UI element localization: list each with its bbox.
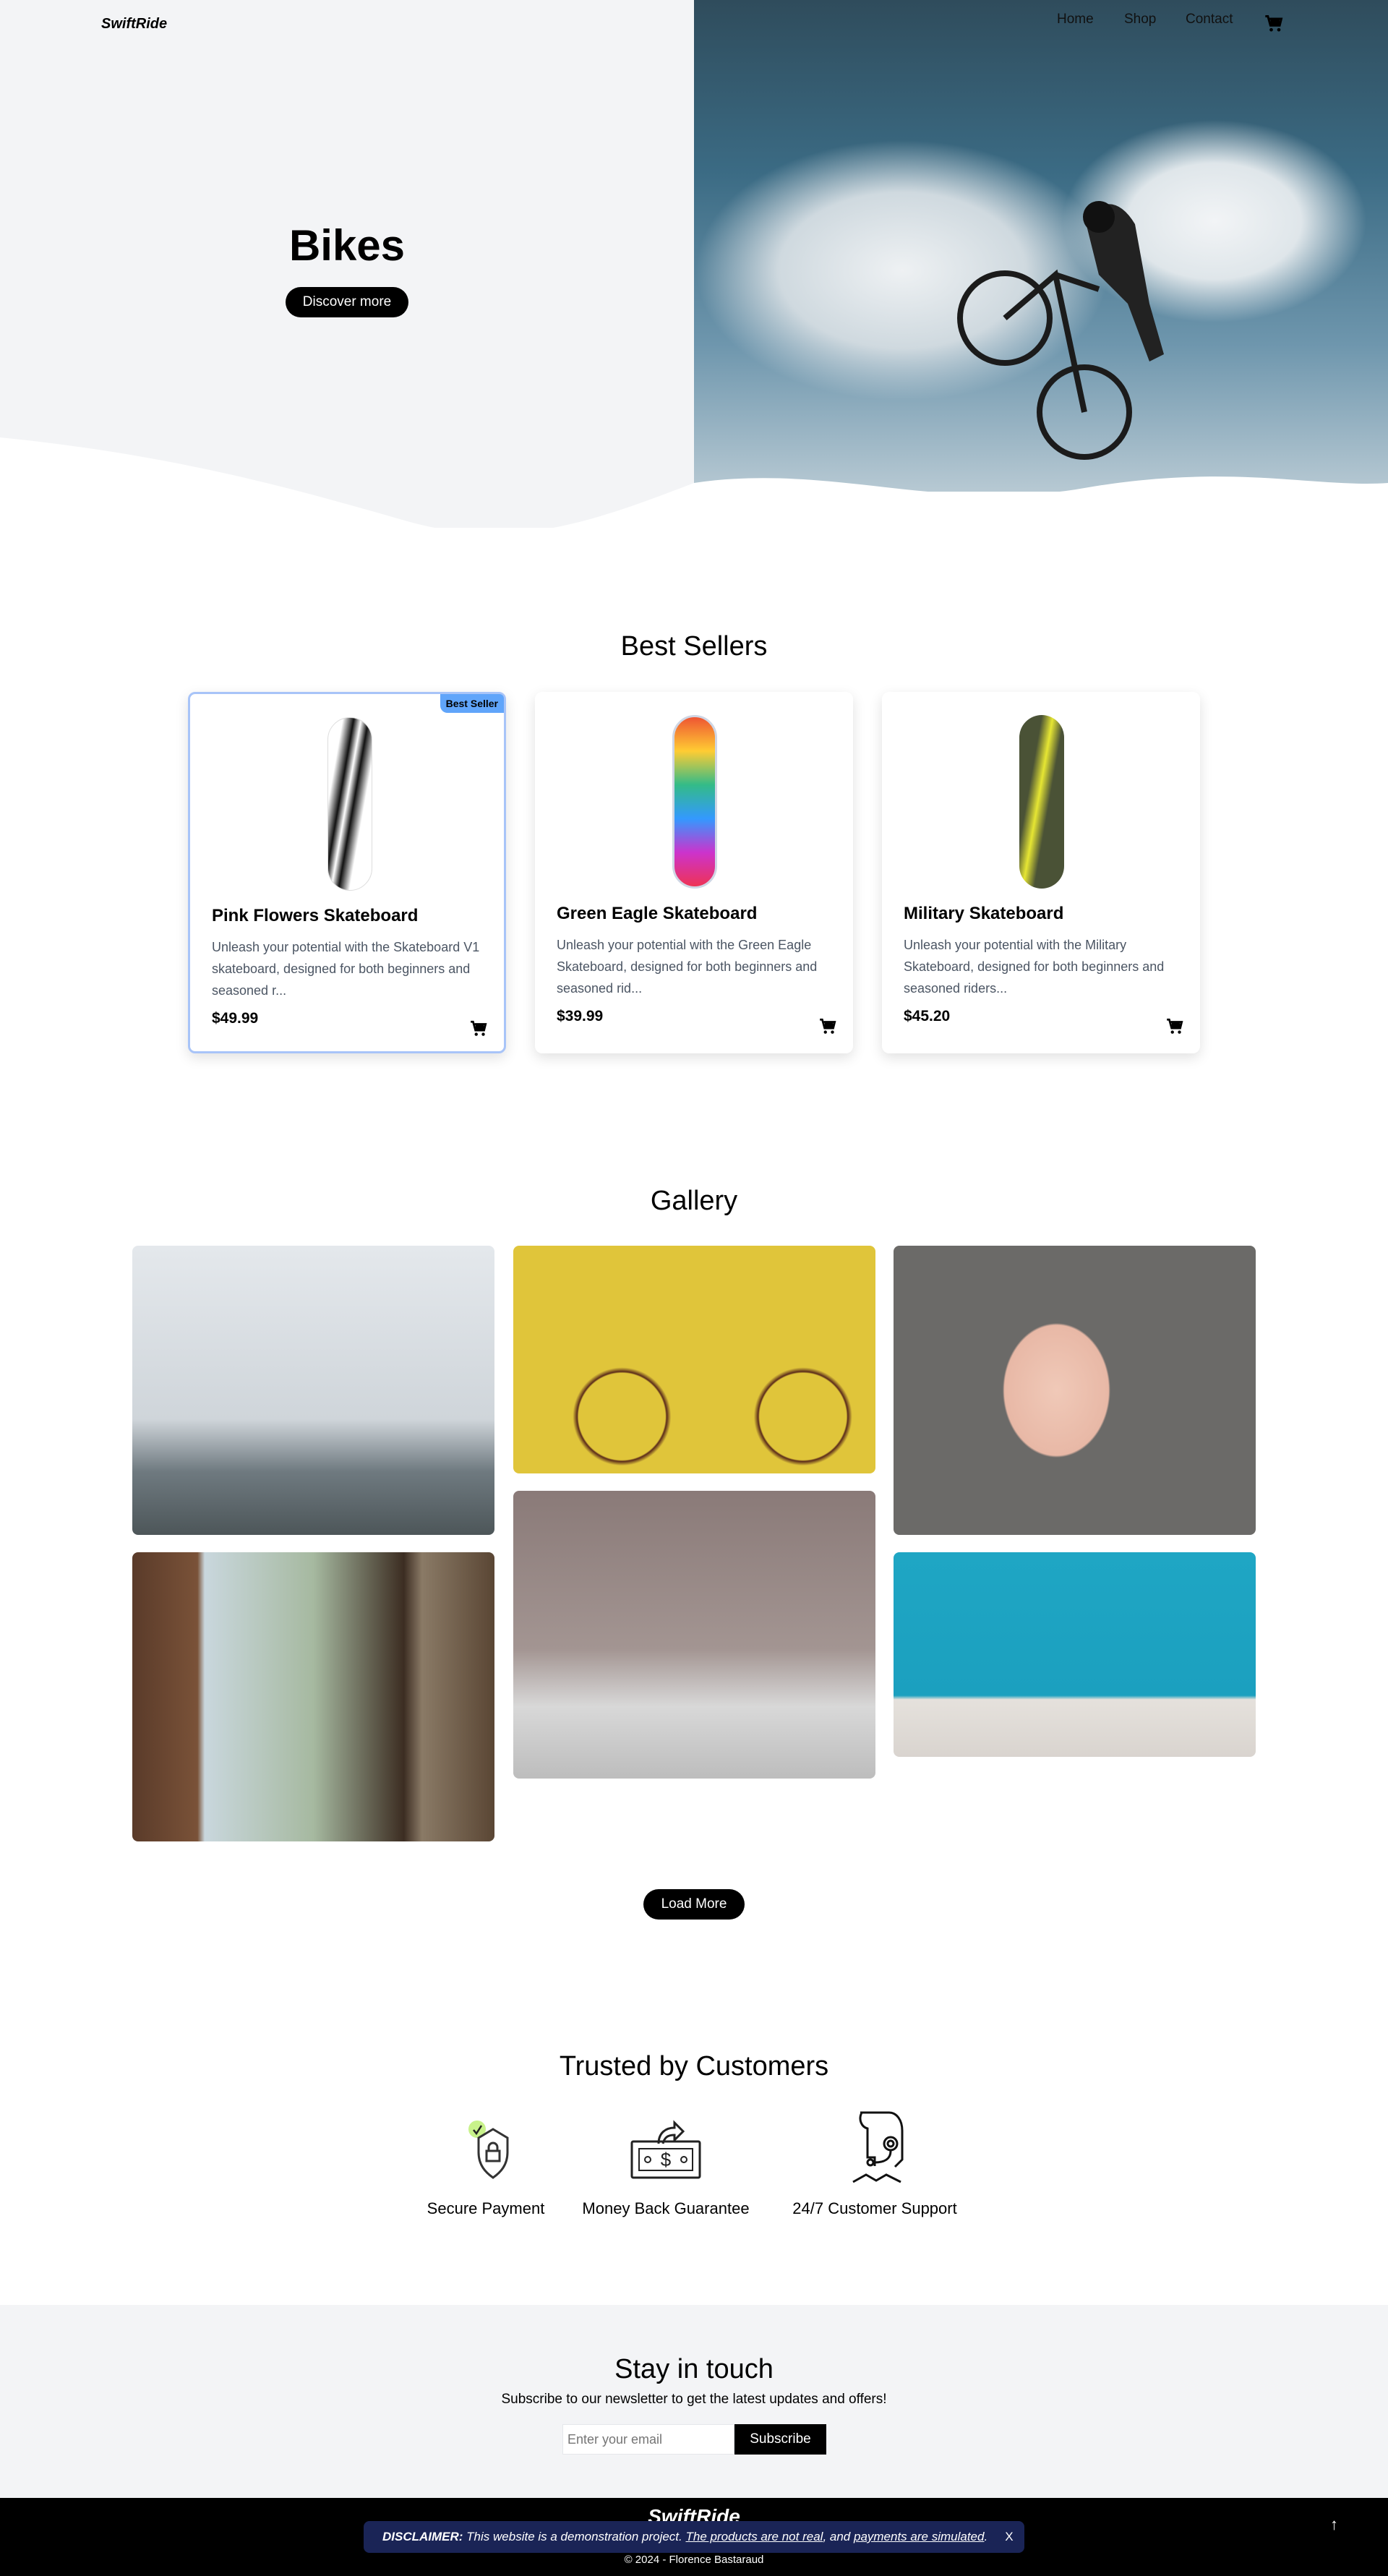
product-name: Green Eagle Skateboard bbox=[557, 904, 758, 923]
gallery-image-alley-bikes[interactable] bbox=[132, 1552, 494, 1841]
product-description: Unleash your potential with the Green Ea… bbox=[557, 938, 818, 996]
product-price: $39.99 bbox=[557, 1008, 604, 1024]
disclaimer-text-end: . bbox=[984, 2530, 988, 2543]
trust-label: Money Back Guarantee bbox=[582, 2199, 750, 2217]
shield-lock-icon bbox=[468, 2121, 509, 2179]
scroll-top-button[interactable]: ↑ bbox=[1330, 2515, 1338, 2534]
nav-contact[interactable]: Contact bbox=[1186, 12, 1233, 27]
product-price: $45.20 bbox=[904, 1008, 951, 1024]
add-to-cart-icon[interactable] bbox=[1165, 1017, 1184, 1036]
headset-support-icon bbox=[852, 2111, 904, 2183]
trust-title: Trusted by Customers bbox=[559, 2051, 829, 2081]
disclaimer-text: This website is a demonstration project. bbox=[463, 2530, 686, 2543]
hero-title: Bikes bbox=[288, 221, 406, 270]
disclaimer-link-products: The products are not real bbox=[685, 2530, 823, 2543]
newsletter-section: Stay in touch Subscribe to our newslette… bbox=[0, 2305, 1388, 2498]
product-name: Military Skateboard bbox=[904, 904, 1064, 923]
subscribe-button[interactable]: Subscribe bbox=[734, 2424, 826, 2455]
disclaimer-label: DISCLAIMER: bbox=[382, 2530, 463, 2543]
product-card[interactable]: Best Seller Pink Flowers Skateboard Unle… bbox=[188, 692, 506, 1053]
newsletter-title: Stay in touch bbox=[614, 2354, 774, 2384]
gallery-image-yellow-bike[interactable] bbox=[513, 1246, 875, 1473]
nav-shop[interactable]: Shop bbox=[1124, 12, 1156, 27]
disclaimer-text-mid: , and bbox=[823, 2530, 854, 2543]
money-back-icon: $ bbox=[630, 2120, 701, 2179]
cart-icon[interactable] bbox=[1264, 13, 1284, 35]
hero-wave-divider bbox=[0, 437, 1388, 535]
product-image bbox=[327, 717, 372, 891]
trust-item-support: 24/7 Customer Support bbox=[766, 2111, 983, 2218]
load-more-button[interactable]: Load More bbox=[643, 1889, 745, 1920]
copyright: © 2024 - Florence Bastaraud bbox=[624, 2554, 764, 2566]
gallery-title: Gallery bbox=[650, 1186, 738, 1216]
add-to-cart-icon[interactable] bbox=[818, 1017, 837, 1036]
gallery-image-roller-skate[interactable] bbox=[894, 1246, 1256, 1535]
product-description: Unleash your potential with the Skateboa… bbox=[212, 940, 480, 998]
trust-item-money-back: $ Money Back Guarantee bbox=[557, 2111, 774, 2218]
logo[interactable]: SwiftRide bbox=[101, 16, 167, 33]
product-card[interactable]: Military Skateboard Unleash your potenti… bbox=[882, 692, 1200, 1053]
newsletter-text: Subscribe to our newsletter to get the l… bbox=[501, 2392, 887, 2407]
product-name: Pink Flowers Skateboard bbox=[212, 906, 419, 925]
discover-more-button[interactable]: Discover more bbox=[286, 287, 408, 317]
disclaimer-link-payments: payments are simulated bbox=[853, 2530, 985, 2543]
product-image bbox=[672, 715, 717, 889]
product-image bbox=[1019, 715, 1064, 889]
gallery-image-street-skater[interactable] bbox=[513, 1491, 875, 1779]
gallery-image-skate-jump[interactable] bbox=[132, 1246, 494, 1535]
disclaimer-close-button[interactable]: X bbox=[1005, 2530, 1013, 2544]
best-sellers-title: Best Sellers bbox=[620, 631, 768, 662]
product-card[interactable]: Green Eagle Skateboard Unleash your pote… bbox=[535, 692, 853, 1053]
trust-label: 24/7 Customer Support bbox=[792, 2199, 957, 2217]
email-input[interactable] bbox=[562, 2424, 734, 2455]
nav-home[interactable]: Home bbox=[1057, 12, 1094, 27]
best-seller-badge: Best Seller bbox=[440, 694, 504, 713]
svg-text:$: $ bbox=[661, 2149, 672, 2170]
add-to-cart-icon[interactable] bbox=[469, 1019, 488, 1038]
product-price: $49.99 bbox=[212, 1010, 259, 1027]
disclaimer-banner: DISCLAIMER: This website is a demonstrat… bbox=[364, 2521, 1024, 2553]
gallery-image-blue-wall-bike[interactable] bbox=[894, 1552, 1256, 1757]
product-description: Unleash your potential with the Military… bbox=[904, 938, 1165, 996]
